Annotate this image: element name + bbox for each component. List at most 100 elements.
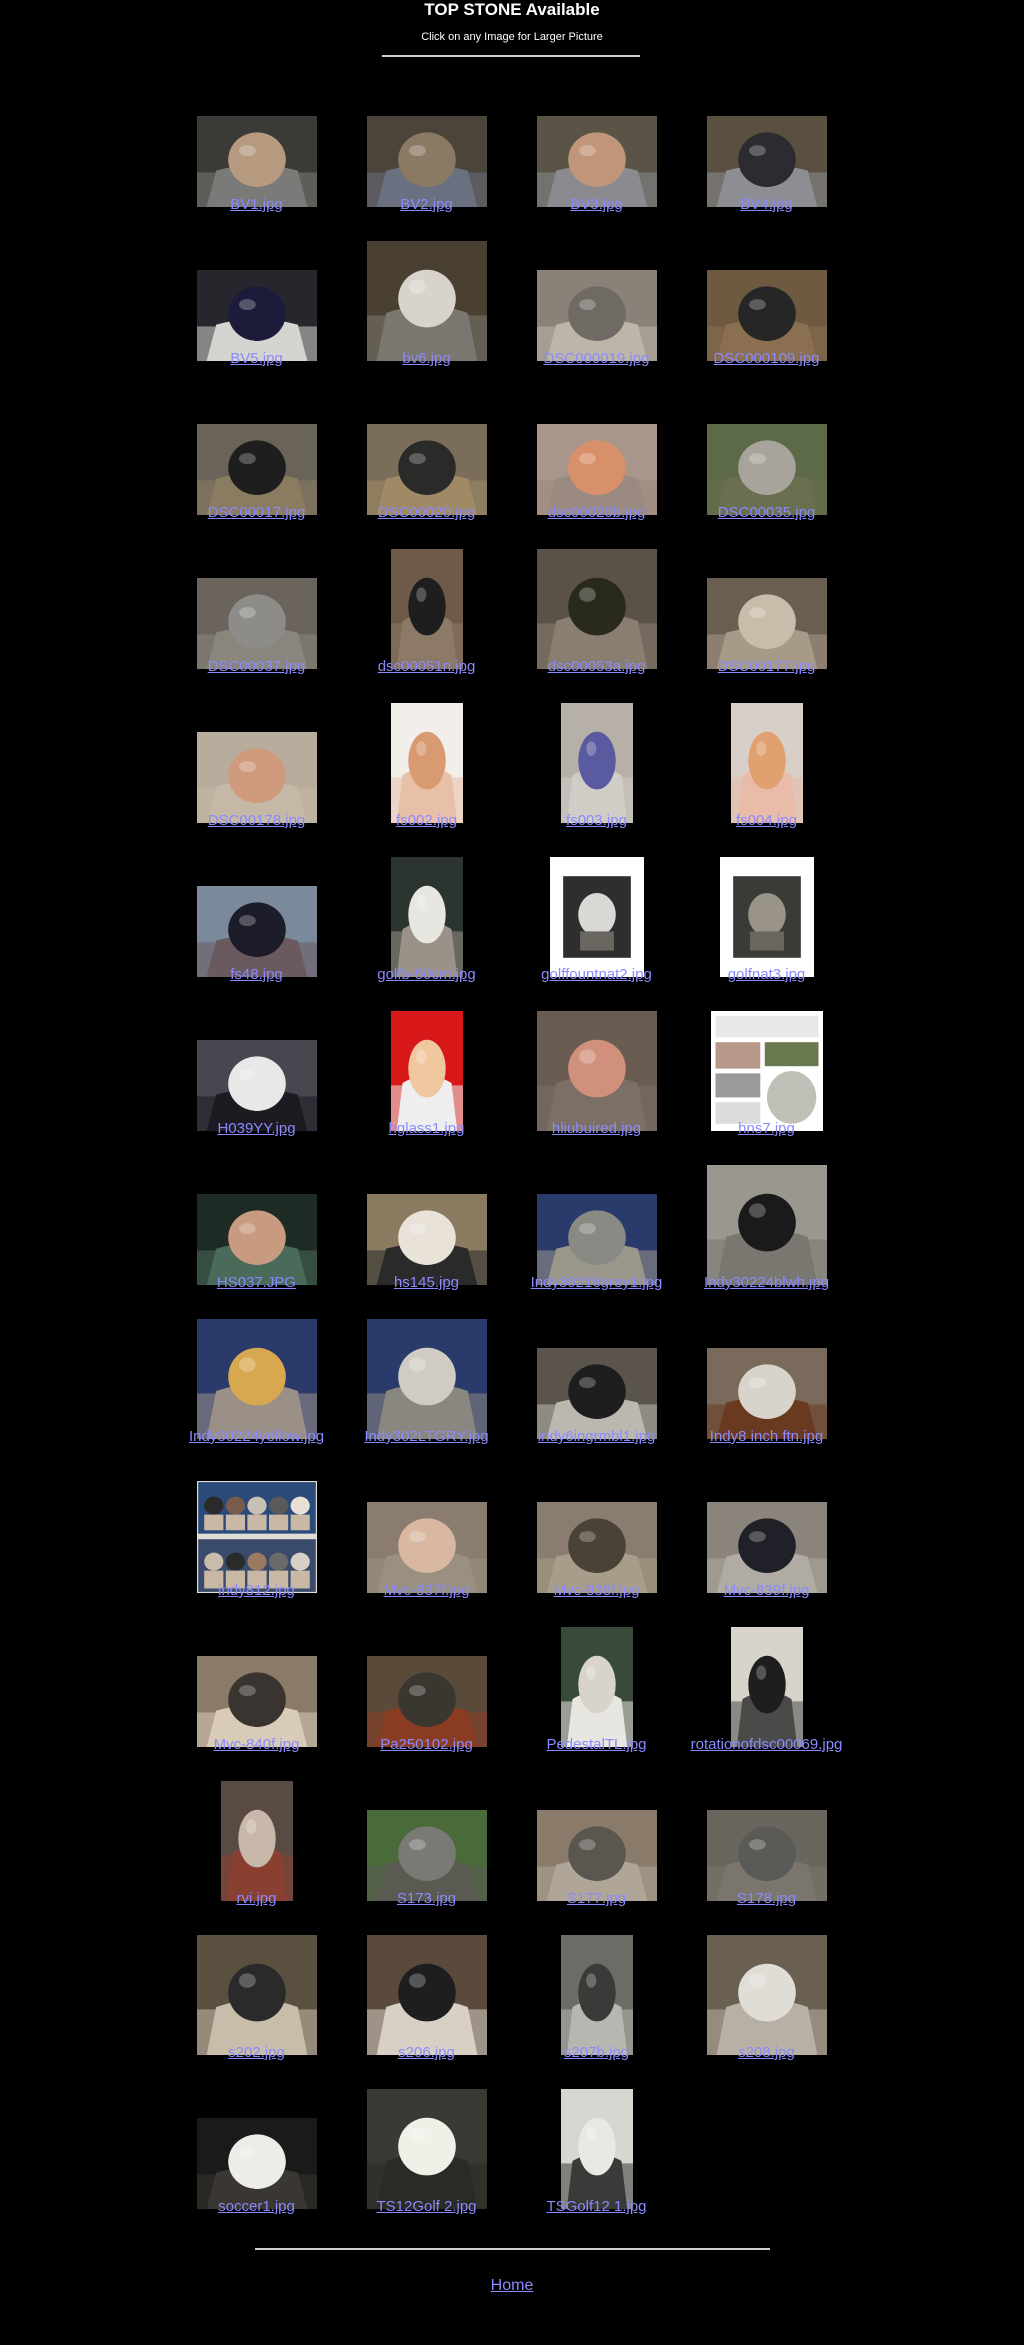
gallery-item: golfb-50cm.jpg [341, 857, 512, 1011]
home-link[interactable]: Home [491, 2277, 534, 2294]
gallery-item: Mvc-838f.jpg [511, 1473, 682, 1627]
thumbnail-image[interactable] [366, 1935, 487, 2055]
thumbnail-image[interactable] [706, 1165, 827, 1285]
image-link[interactable]: fs004.jpg [661, 812, 872, 830]
thumbnail-image[interactable] [390, 703, 463, 823]
thumbnail-image[interactable] [390, 857, 463, 977]
stone-photo-icon [196, 732, 317, 823]
thumbnail-image[interactable] [719, 857, 814, 977]
thumbnail-image[interactable] [196, 1319, 317, 1439]
thumbnail-image[interactable] [196, 578, 317, 669]
thumbnail-image[interactable] [390, 549, 463, 669]
thumbnail-image[interactable] [196, 1935, 317, 2055]
stone-photo-icon [366, 116, 487, 207]
stone-photo-icon [390, 1011, 463, 1131]
thumbnail-image[interactable] [366, 1319, 487, 1439]
image-link[interactable]: DSC00035.jpg [661, 504, 872, 522]
thumbnail-image[interactable] [730, 703, 803, 823]
thumbnail-image[interactable] [390, 1011, 463, 1131]
gallery-item: Indy302LTGRY.jpg [341, 1319, 512, 1473]
home-link-container: Home [0, 2276, 1024, 2296]
thumbnail-image[interactable] [560, 2089, 633, 2209]
thumbnail-image[interactable] [706, 1502, 827, 1593]
image-link[interactable]: Indy30224blwh.jpg [661, 1274, 872, 1292]
image-link[interactable]: golfnat3.jpg [661, 966, 872, 984]
thumbnail-image[interactable] [536, 1502, 657, 1593]
thumbnail-image[interactable] [560, 703, 633, 823]
stone-photo-icon [366, 1502, 487, 1593]
gallery-item: golffountnat2.jpg [511, 857, 682, 1011]
gallery-item: Mvc-837f.jpg [341, 1473, 512, 1627]
thumbnail-image[interactable] [196, 1656, 317, 1747]
thumbnail-image[interactable] [706, 1935, 827, 2055]
thumbnail-image[interactable] [366, 1194, 487, 1285]
thumbnail-image[interactable] [366, 116, 487, 207]
thumbnail-image[interactable] [366, 1502, 487, 1593]
image-link[interactable]: rotationofdsc00069.jpg [661, 1736, 872, 1754]
thumbnail-image[interactable] [196, 1040, 317, 1131]
gallery-item: hs145.jpg [341, 1165, 512, 1319]
gallery-item: DSC00177.jpg [681, 549, 852, 703]
thumbnail-image[interactable] [706, 1810, 827, 1901]
gallery-item: TS12Golf 2.jpg [341, 2089, 512, 2243]
image-link[interactable]: hns7.jpg [661, 1120, 872, 1138]
image-link[interactable]: S178.jpg [661, 1890, 872, 1908]
stone-photo-icon [730, 1627, 803, 1747]
thumbnail-image[interactable] [730, 1627, 803, 1747]
gallery-item: BV5.jpg [171, 241, 342, 395]
image-link[interactable]: Mvc-839f.jpg [661, 1582, 872, 1600]
thumbnail-image[interactable] [196, 116, 317, 207]
gallery-item: Mvc-839f.jpg [681, 1473, 852, 1627]
thumbnail-image[interactable] [536, 116, 657, 207]
image-link[interactable]: TSGolf12 1.jpg [491, 2198, 702, 2216]
thumbnail-image[interactable] [536, 549, 657, 669]
thumbnail-image[interactable] [560, 1935, 633, 2055]
page-subtitle: Click on any Image for Larger Picture [421, 31, 603, 43]
thumbnail-image[interactable] [196, 1194, 317, 1285]
stone-photo-icon [730, 703, 803, 823]
gallery-item: TSGolf12 1.jpg [511, 2089, 682, 2243]
stone-photo-icon [560, 1627, 633, 1747]
thumbnail-image[interactable] [536, 1348, 657, 1439]
thumbnail-image[interactable] [706, 270, 827, 361]
image-link[interactable]: BV4.jpg [661, 196, 872, 214]
stone-photo-icon [706, 578, 827, 669]
thumbnail-image[interactable] [366, 1656, 487, 1747]
thumbnail-image[interactable] [366, 2089, 487, 2209]
image-link[interactable]: DSC000109.jpg [661, 350, 872, 368]
thumbnail-image[interactable] [536, 1194, 657, 1285]
stone-photo-icon [706, 1502, 827, 1593]
thumbnail-image[interactable] [366, 424, 487, 515]
image-link[interactable]: Indy8 inch ftn.jpg [661, 1428, 872, 1446]
thumbnail-image[interactable] [366, 241, 487, 361]
thumbnail-image[interactable] [710, 1011, 823, 1131]
image-link[interactable]: s208.jpg [661, 2044, 872, 2062]
gallery-item: golfnat3.jpg [681, 857, 852, 1011]
thumbnail-image[interactable] [220, 1781, 293, 1901]
thumbnail-image[interactable] [706, 424, 827, 515]
stone-photo-icon [390, 703, 463, 823]
stone-photo-icon [196, 424, 317, 515]
thumbnail-image[interactable] [536, 1011, 657, 1131]
thumbnail-image[interactable] [536, 270, 657, 361]
thumbnail-image[interactable] [366, 1810, 487, 1901]
thumbnail-image[interactable] [549, 857, 644, 977]
thumbnail-image[interactable] [196, 886, 317, 977]
thumbnail-image[interactable] [706, 116, 827, 207]
thumbnail-image[interactable] [560, 1627, 633, 1747]
thumbnail-image[interactable] [536, 424, 657, 515]
stone-photo-icon [536, 424, 657, 515]
thumbnail-image[interactable] [706, 1348, 827, 1439]
thumbnail-image[interactable] [196, 270, 317, 361]
image-link[interactable]: DSC00177.jpg [661, 658, 872, 676]
gallery-item: dsc00020b.jpg [511, 395, 682, 549]
thumbnail-image[interactable] [706, 578, 827, 669]
thumbnail-image[interactable] [196, 1481, 317, 1593]
thumbnail-image[interactable] [196, 424, 317, 515]
gallery-item: DSC00037.jpg [171, 549, 342, 703]
thumbnail-image[interactable] [196, 2118, 317, 2209]
stone-photo-icon [706, 270, 827, 361]
thumbnail-image[interactable] [536, 1810, 657, 1901]
thumbnail-image[interactable] [196, 732, 317, 823]
gallery-item: Pa250102.jpg [341, 1627, 512, 1781]
